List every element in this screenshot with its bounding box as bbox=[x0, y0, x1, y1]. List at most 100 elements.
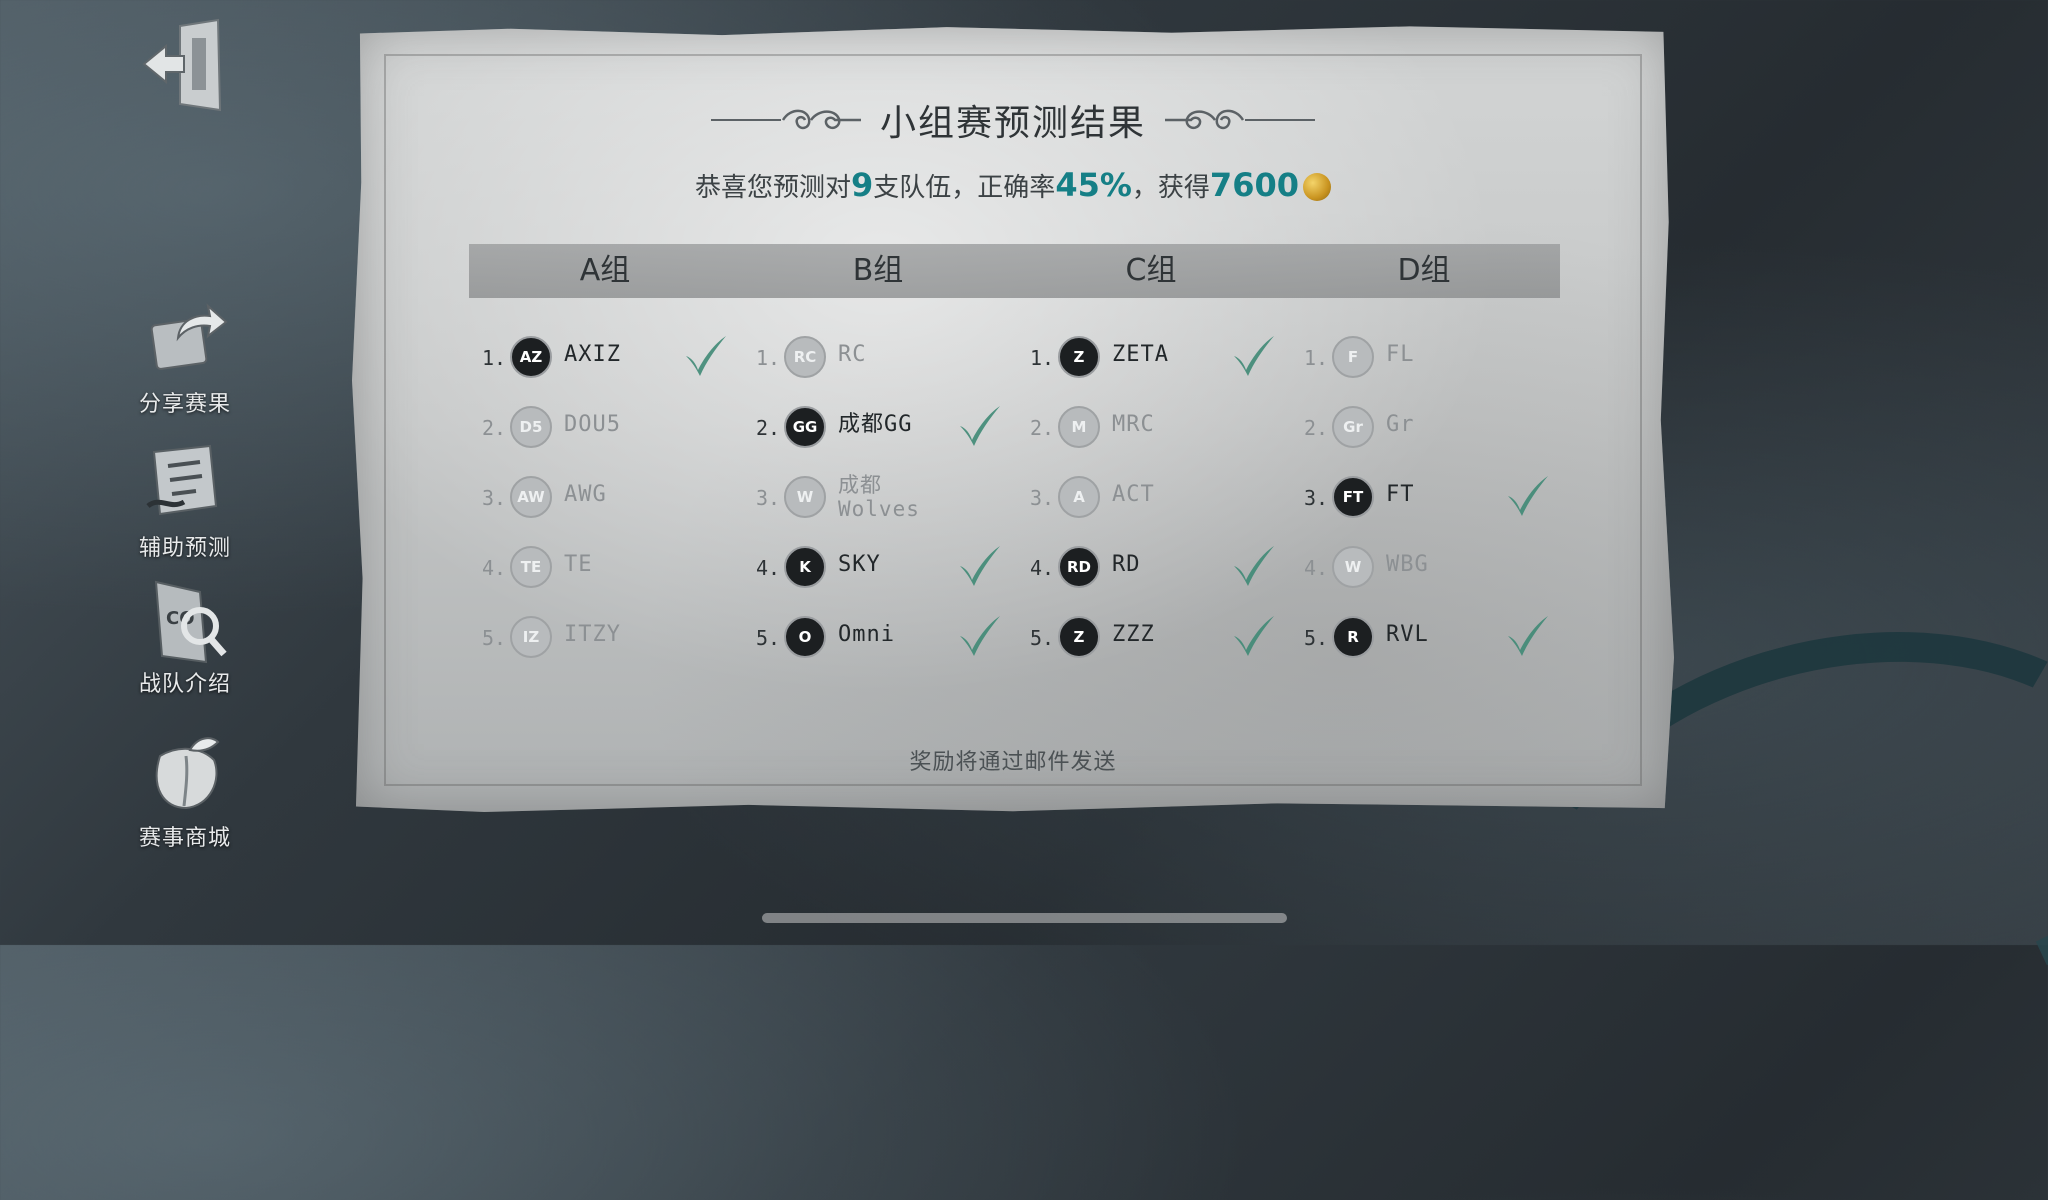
team-row-b-1[interactable]: 1. RC RC bbox=[756, 330, 1006, 386]
team-logo-glyph: FT bbox=[1342, 488, 1364, 506]
golden-fruit-icon bbox=[1302, 173, 1331, 201]
team-logo-glyph: W bbox=[1344, 558, 1362, 576]
team-name-line: Omni bbox=[838, 622, 895, 647]
team-row-a-1[interactable]: 1. AZ AXIZ bbox=[482, 330, 732, 386]
share-results-button[interactable]: 分享赛果 bbox=[120, 292, 250, 418]
team-rank: 5. bbox=[1030, 626, 1055, 650]
team-name-line: ZZZ bbox=[1112, 622, 1155, 647]
team-logo-glyph: RC bbox=[793, 348, 817, 366]
team-logo-glyph: Gr bbox=[1343, 418, 1363, 436]
event-shop-button[interactable]: 赛事商城 bbox=[120, 726, 250, 852]
team-row-a-5[interactable]: 5. IZ ITZY bbox=[482, 610, 732, 666]
team-rank: 4. bbox=[1030, 556, 1055, 580]
page-title: 小组赛预测结果 bbox=[879, 103, 1146, 144]
team-row-b-2[interactable]: 2. GG 成都GG bbox=[756, 400, 1006, 456]
team-row-d-3[interactable]: 3. FT FT bbox=[1304, 470, 1554, 526]
assist-prediction-button[interactable]: 辅助预测 bbox=[120, 436, 250, 562]
team-rank: 2. bbox=[482, 416, 507, 440]
team-name: DOU5 bbox=[564, 413, 621, 437]
summary-text: 支队伍，正确率 bbox=[873, 173, 1056, 203]
team-rank: 4. bbox=[482, 556, 507, 580]
team-logo-icon: W bbox=[1332, 546, 1374, 588]
team-logo-glyph: AW bbox=[517, 488, 545, 506]
team-name-line: RD bbox=[1112, 552, 1141, 577]
team-name: AXIZ bbox=[564, 343, 621, 367]
team-name: 成都GG bbox=[838, 413, 913, 437]
team-rank: 1. bbox=[482, 346, 507, 370]
team-row-d-1[interactable]: 1. F FL bbox=[1304, 330, 1554, 386]
team-row-d-4[interactable]: 4. W WBG bbox=[1304, 540, 1554, 596]
team-rank: 5. bbox=[1304, 626, 1329, 650]
group-b-title: B组 bbox=[852, 253, 904, 288]
assist-prediction-label: 辅助预测 bbox=[138, 536, 231, 561]
team-logo-glyph: F bbox=[1347, 348, 1359, 366]
team-logo-icon: FT bbox=[1332, 476, 1374, 518]
team-logo-icon: A bbox=[1058, 476, 1100, 518]
team-logo-icon: TE bbox=[510, 546, 552, 588]
team-row-d-5[interactable]: 5. R RVL bbox=[1304, 610, 1554, 666]
team-row-d-2[interactable]: 2. Gr Gr bbox=[1304, 400, 1554, 456]
correct-check-icon bbox=[960, 616, 1000, 656]
team-intro-button[interactable]: CO 战队介绍 bbox=[120, 572, 250, 698]
team-name: Gr bbox=[1386, 413, 1415, 437]
team-name-line: TE bbox=[564, 552, 593, 577]
home-indicator[interactable] bbox=[762, 913, 1287, 923]
team-row-a-4[interactable]: 4. TE TE bbox=[482, 540, 732, 596]
team-logo-icon: Z bbox=[1058, 336, 1100, 378]
team-row-a-3[interactable]: 3. AW AWG bbox=[482, 470, 732, 526]
team-name-line: Gr bbox=[1386, 412, 1415, 437]
team-row-c-1[interactable]: 1. Z ZETA bbox=[1030, 330, 1280, 386]
team-name-line: AWG bbox=[564, 482, 607, 507]
correct-check-icon bbox=[960, 546, 1000, 586]
team-logo-icon: AZ bbox=[510, 336, 552, 378]
exit-button[interactable] bbox=[140, 18, 230, 118]
team-logo-glyph: IZ bbox=[522, 628, 540, 646]
team-row-b-5[interactable]: 5. O Omni bbox=[756, 610, 1006, 666]
team-row-a-2[interactable]: 2. D5 DOU5 bbox=[482, 400, 732, 456]
left-flourish-icon bbox=[710, 109, 861, 130]
team-logo-glyph: TE bbox=[520, 558, 542, 576]
summary-prefix: 恭喜您预测对 bbox=[695, 173, 852, 203]
correct-check-icon bbox=[1508, 616, 1548, 656]
team-logo-icon: O bbox=[784, 616, 826, 658]
team-logo-icon: K bbox=[784, 546, 826, 588]
team-name-line: FL bbox=[1386, 342, 1415, 367]
team-row-c-5[interactable]: 5. Z ZZZ bbox=[1030, 610, 1280, 666]
team-logo-icon: D5 bbox=[510, 406, 552, 448]
team-logo-glyph: GG bbox=[792, 418, 818, 436]
team-name: ZZZ bbox=[1112, 623, 1155, 647]
team-logo-icon: AW bbox=[510, 476, 552, 518]
exit-door-icon bbox=[142, 18, 222, 112]
team-logo-icon: RD bbox=[1058, 546, 1100, 588]
team-row-c-4[interactable]: 4. RD RD bbox=[1030, 540, 1280, 596]
team-logo-glyph: RD bbox=[1066, 558, 1091, 576]
share-icon bbox=[140, 292, 230, 382]
team-row-c-2[interactable]: 2. M MRC bbox=[1030, 400, 1280, 456]
group-d-title: D组 bbox=[1397, 253, 1451, 288]
prediction-summary: 恭喜您预测对9支队伍，正确率45%，获得7600 bbox=[352, 166, 1674, 204]
team-row-b-4[interactable]: 4. K SKY bbox=[756, 540, 1006, 596]
summary-text: ，获得 bbox=[1131, 173, 1210, 203]
team-rank: 3. bbox=[482, 486, 507, 510]
accuracy-rate: 45% bbox=[1055, 166, 1132, 204]
team-logo-glyph: A bbox=[1073, 488, 1085, 506]
team-name-line: 成都 bbox=[838, 473, 882, 497]
team-intro-icon: CO bbox=[140, 572, 230, 664]
team-row-c-3[interactable]: 3. A ACT bbox=[1030, 470, 1280, 526]
team-name: Omni bbox=[838, 623, 895, 647]
team-name-line: FT bbox=[1386, 482, 1415, 507]
team-logo-glyph: Z bbox=[1073, 628, 1085, 646]
correct-check-icon bbox=[1234, 616, 1274, 656]
shop-icon bbox=[140, 726, 230, 816]
share-results-label: 分享赛果 bbox=[138, 392, 231, 417]
team-rank: 4. bbox=[756, 556, 781, 580]
team-rank: 5. bbox=[756, 626, 781, 650]
team-name: 成都 Wolves bbox=[838, 473, 920, 521]
team-row-b-3[interactable]: 3. W 成都 Wolves bbox=[756, 470, 1006, 526]
team-name-line: ACT bbox=[1112, 482, 1155, 507]
team-rank: 3. bbox=[756, 486, 781, 510]
group-a-title: A组 bbox=[579, 253, 631, 288]
correct-count: 9 bbox=[851, 166, 874, 204]
team-logo-icon: IZ bbox=[510, 616, 552, 658]
team-logo-icon: GG bbox=[784, 406, 826, 448]
